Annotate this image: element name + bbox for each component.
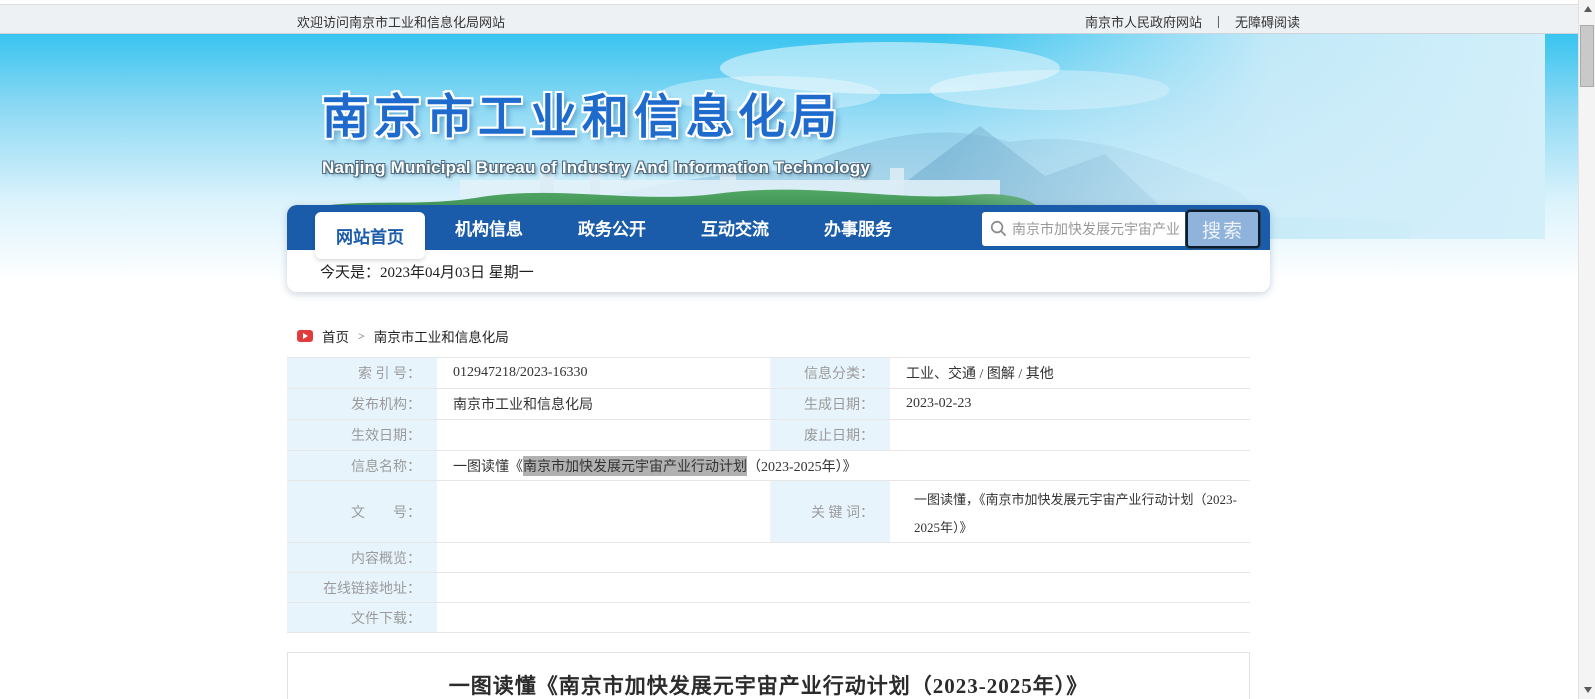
label-effective-date: 生效日期：: [287, 420, 437, 451]
site-title-en: Nanjing Municipal Bureau of Industry And…: [322, 158, 870, 178]
info-name-prefix: 一图读懂《: [453, 456, 523, 476]
search-icon: [989, 219, 1008, 238]
value-effective-date: [437, 420, 770, 451]
search-input[interactable]: [982, 212, 1185, 246]
value-info-category: 工业、交通 / 图解 / 其他: [890, 358, 1250, 389]
search-box: [982, 212, 1185, 246]
article-title: 一图读懂《南京市加快发展元宇宙产业行动计划（2023-2025年）》: [288, 670, 1249, 699]
welcome-text: 欢迎访问南京市工业和信息化局网站: [297, 12, 505, 31]
site-logo: 南京市工业和信息化局 Nanjing Municipal Bureau of I…: [322, 78, 870, 178]
table-row: 发布机构： 南京市工业和信息化局 生成日期： 2023-02-23: [287, 389, 1250, 420]
main-nav: 网站首页 机构信息 政务公开 互动交流 办事服务 搜索: [287, 205, 1270, 250]
tab-org-info[interactable]: 机构信息: [455, 215, 523, 240]
breadcrumb-current[interactable]: 南京市工业和信息化局: [374, 326, 509, 346]
tab-services[interactable]: 办事服务: [824, 215, 892, 240]
nav-items: 机构信息 政务公开 互动交流 办事服务: [455, 205, 892, 250]
label-content-overview: 内容概览：: [287, 543, 437, 573]
table-row: 索 引 号： 012947218/2023-16330 信息分类： 工业、交通 …: [287, 358, 1250, 389]
table-row: 在线链接地址：: [287, 573, 1250, 603]
nav-container: 网站首页 机构信息 政务公开 互动交流 办事服务 搜索 今天是：2023年04: [287, 205, 1270, 292]
value-online-link: [437, 573, 1250, 603]
scroll-up-icon[interactable]: [1579, 0, 1595, 18]
breadcrumb-home-link[interactable]: 首页: [322, 326, 349, 346]
breadcrumb: 首页 > 南京市工业和信息化局: [297, 326, 509, 346]
label-online-link: 在线链接地址：: [287, 573, 437, 603]
label-doc-number: 文 号：: [287, 481, 437, 543]
table-row: 文件下载：: [287, 603, 1250, 633]
value-index-number: 012947218/2023-16330: [437, 358, 770, 389]
article-panel: 一图读懂《南京市加快发展元宇宙产业行动计划（2023-2025年）》: [287, 652, 1250, 699]
label-generation-date: 生成日期：: [770, 389, 890, 420]
page: 欢迎访问南京市工业和信息化局网站 南京市人民政府网站 丨 无障碍阅读: [0, 0, 1595, 699]
tab-interaction[interactable]: 互动交流: [701, 215, 769, 240]
label-keywords: 关 键 词：: [770, 481, 890, 543]
gov-site-link[interactable]: 南京市人民政府网站: [1085, 12, 1202, 31]
table-row: 信息名称： 一图读懂《南京市加快发展元宇宙产业行动计划（2023-2025年）》: [287, 451, 1250, 481]
topbar-links: 南京市人民政府网站 丨 无障碍阅读: [1085, 12, 1300, 31]
value-info-name: 一图读懂《南京市加快发展元宇宙产业行动计划（2023-2025年）》: [437, 451, 1250, 481]
accessibility-link[interactable]: 无障碍阅读: [1235, 12, 1300, 31]
top-utility-bar: 欢迎访问南京市工业和信息化局网站 南京市人民政府网站 丨 无障碍阅读: [0, 4, 1578, 34]
info-name-suffix: （2023-2025年）》: [747, 456, 857, 476]
vertical-scrollbar[interactable]: [1578, 0, 1595, 699]
tab-gov-affairs[interactable]: 政务公开: [578, 215, 646, 240]
date-bar: 今天是：2023年04月03日 星期一: [287, 250, 1270, 292]
value-issuing-agency: 南京市工业和信息化局: [437, 389, 770, 420]
breadcrumb-home-icon: [297, 330, 313, 342]
label-file-download: 文件下载：: [287, 603, 437, 633]
site-title-cn: 南京市工业和信息化局: [322, 78, 870, 147]
table-row: 文 号： 关 键 词： 一图读懂，《南京市加快发展元宇宙产业行动计划（2023-…: [287, 481, 1250, 543]
breadcrumb-separator: >: [358, 329, 365, 344]
value-keywords: 一图读懂，《南京市加快发展元宇宙产业行动计划（2023-2025年）》: [890, 481, 1250, 543]
value-file-download: [437, 603, 1250, 633]
label-info-category: 信息分类：: [770, 358, 890, 389]
value-doc-number: [437, 481, 770, 543]
table-row: 内容概览：: [287, 543, 1250, 573]
search-button[interactable]: 搜索: [1186, 210, 1260, 248]
table-row: 生效日期： 废止日期：: [287, 420, 1250, 451]
label-info-name: 信息名称：: [287, 451, 437, 481]
label-index-number: 索 引 号：: [287, 358, 437, 389]
value-generation-date: 2023-02-23: [890, 389, 1250, 420]
value-content-overview: [437, 543, 1250, 573]
info-name-highlighted-text: 南京市加快发展元宇宙产业行动计划: [523, 456, 747, 476]
value-abolition-date: [890, 420, 1250, 451]
search-area: 搜索: [982, 210, 1260, 248]
topbar-divider: 丨: [1212, 12, 1225, 31]
document-info-table: 索 引 号： 012947218/2023-16330 信息分类： 工业、交通 …: [287, 357, 1250, 633]
scroll-down-icon[interactable]: [1579, 681, 1595, 699]
tab-home[interactable]: 网站首页: [315, 212, 425, 259]
today-text: 今天是：2023年04月03日 星期一: [320, 261, 534, 282]
scrollbar-thumb[interactable]: [1580, 25, 1594, 87]
label-abolition-date: 废止日期：: [770, 420, 890, 451]
label-issuing-agency: 发布机构：: [287, 389, 437, 420]
